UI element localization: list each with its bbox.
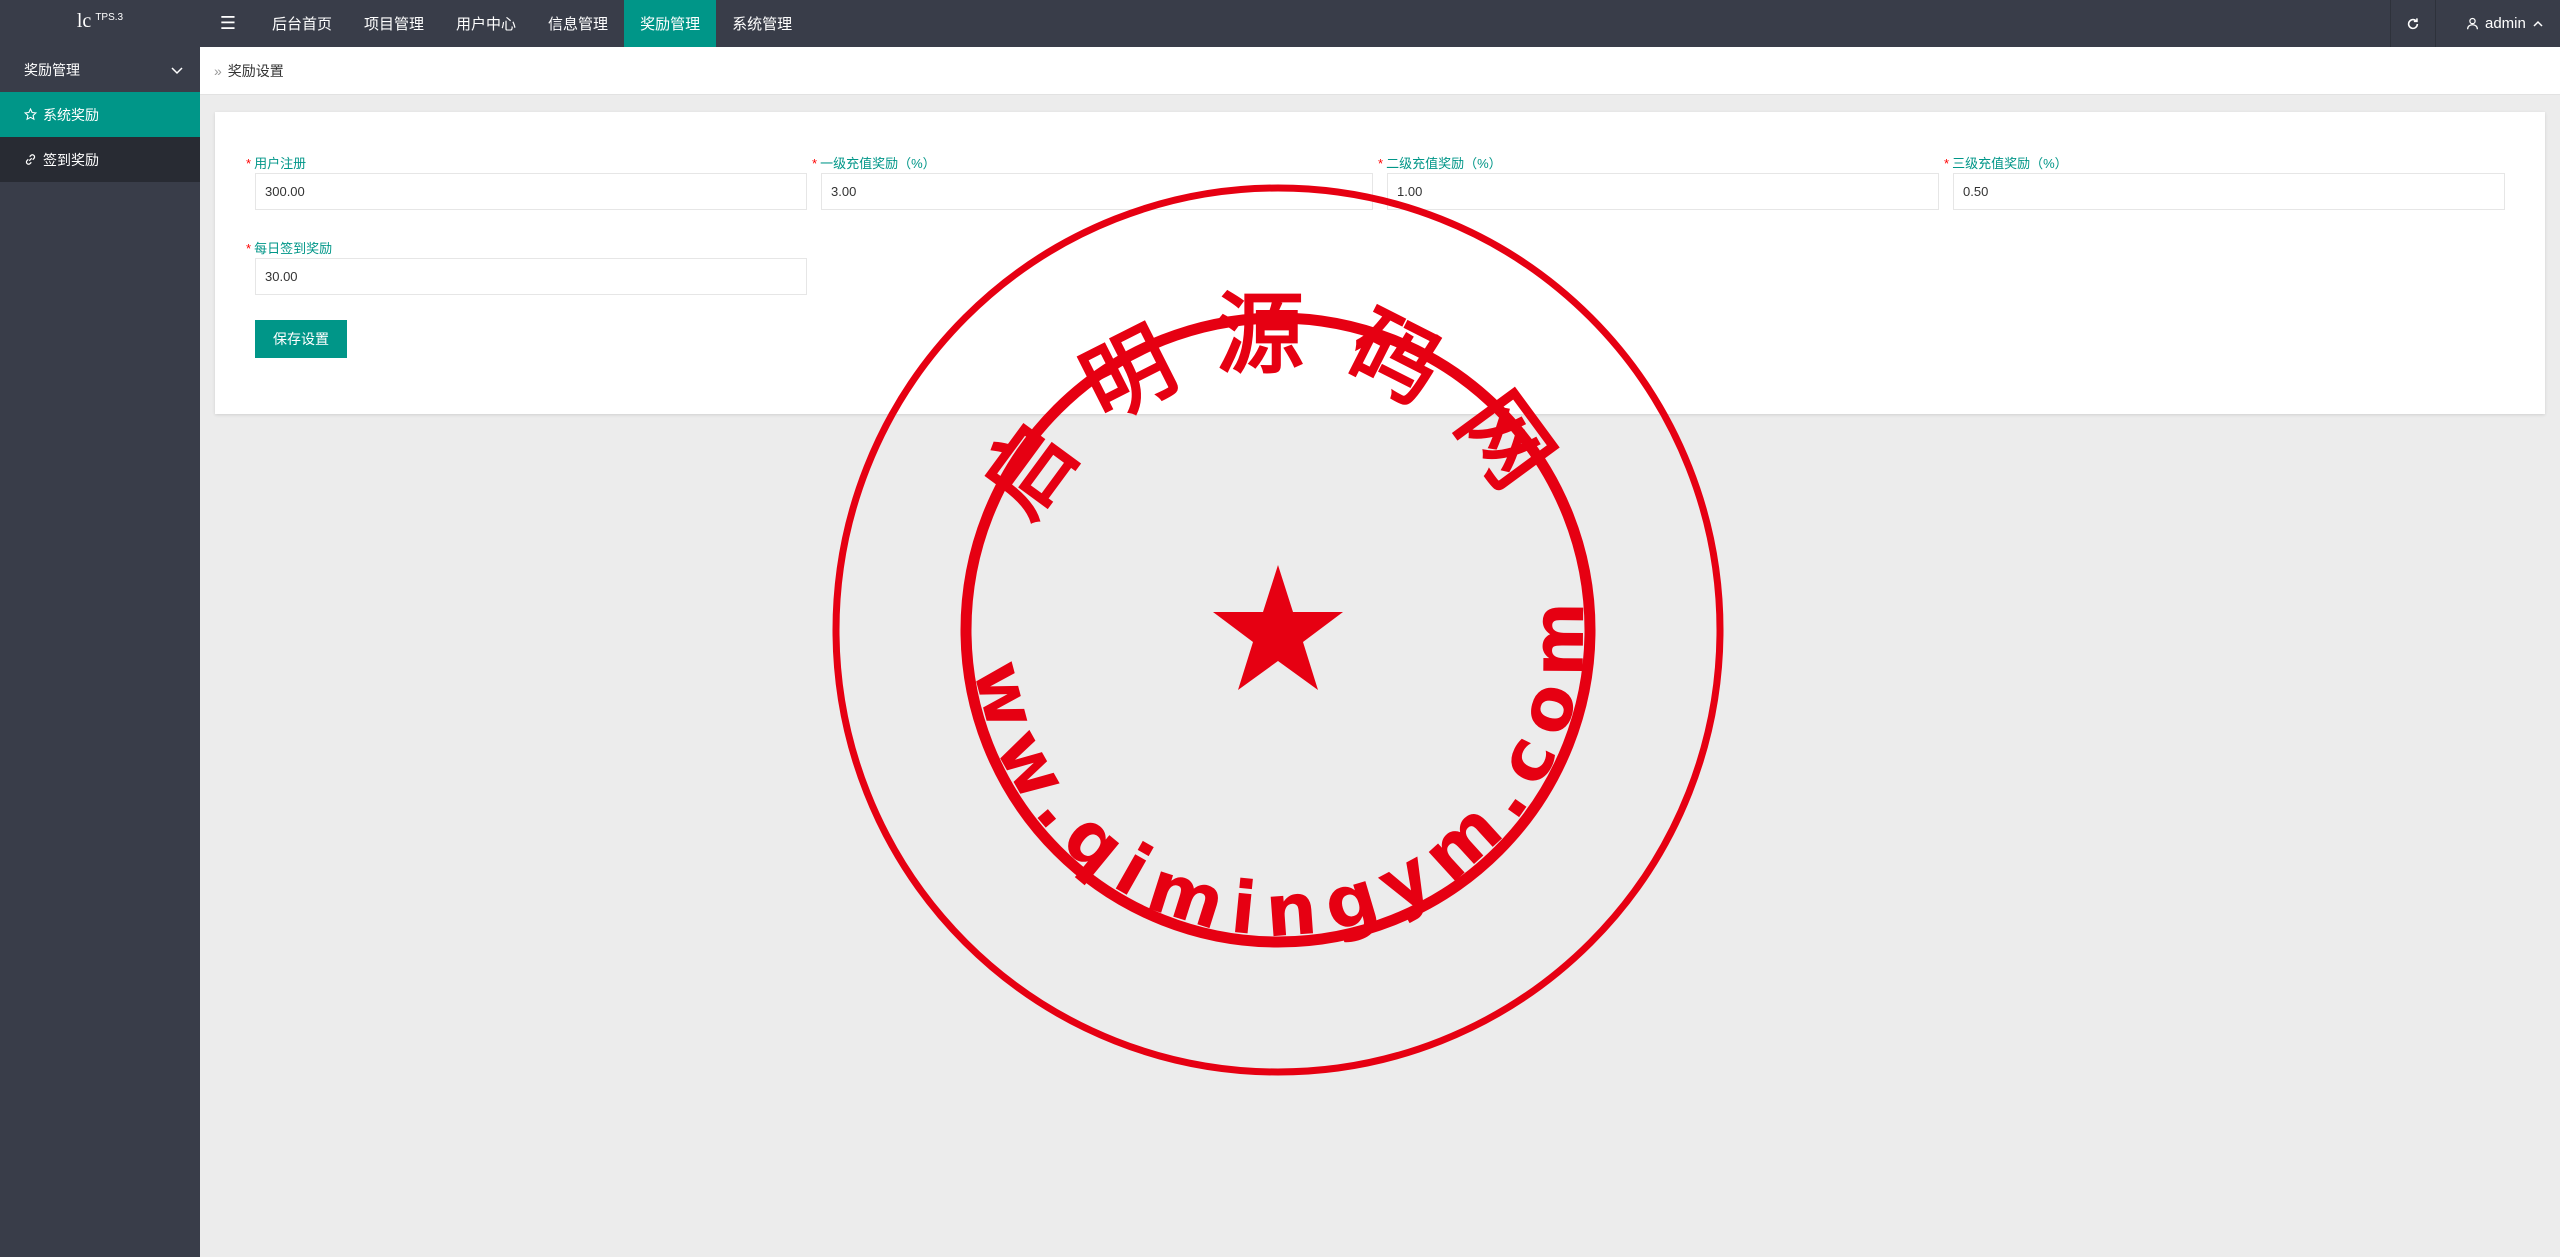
sidebar-item-system-rewards[interactable]: 系统奖励 (0, 92, 200, 137)
top-nav: 后台首页 项目管理 用户中心 信息管理 奖励管理 系统管理 (256, 0, 808, 47)
star-icon (24, 108, 37, 121)
level1-recharge-input[interactable] (821, 173, 1373, 210)
sidebar-item-label: 系统奖励 (43, 106, 99, 123)
top-bar: lc TPS.3 ☰ 后台首页 项目管理 用户中心 信息管理 奖励管理 系统管理… (0, 0, 2560, 47)
field-label: 三级充值奖励（%） (1952, 156, 2068, 171)
reward-settings-form: *用户注册 *一级充值奖励（%） *二级充值奖励（%） *三级充值奖励（%） *… (215, 112, 2545, 414)
logo-version: TPS.3 (95, 12, 124, 23)
daily-signin-input[interactable] (255, 258, 807, 295)
sidebar: 奖励管理 系统奖励 签到奖励 (0, 47, 200, 1257)
link-icon (25, 154, 36, 165)
nav-item-system[interactable]: 系统管理 (716, 0, 808, 47)
field-level2-recharge: * 二级充值奖励（%） (1378, 155, 1939, 210)
field-label: 二级充值奖励（%） (1386, 156, 1502, 171)
user-name: admin (2485, 15, 2526, 32)
logo-text: lc (76, 10, 92, 32)
field-label: 每日签到奖励 (254, 241, 333, 256)
sidebar-item-signin-rewards[interactable]: 签到奖励 (0, 137, 200, 182)
menu-toggle-button[interactable]: ☰ (210, 0, 246, 47)
nav-item-projects[interactable]: 项目管理 (348, 0, 440, 47)
breadcrumb: » 奖励设置 (200, 47, 2560, 95)
nav-item-home[interactable]: 后台首页 (256, 0, 348, 47)
field-label: 一级充值奖励（%） (820, 156, 936, 171)
required-mark: * (1378, 156, 1384, 171)
stamp-star (1213, 565, 1343, 690)
sidebar-group-rewards[interactable]: 奖励管理 (0, 47, 200, 92)
user-icon (2467, 17, 2478, 30)
sidebar-group-label: 奖励管理 (24, 61, 80, 78)
user-register-input[interactable] (255, 173, 807, 210)
nav-item-rewards[interactable]: 奖励管理 (624, 0, 717, 47)
user-menu[interactable]: admin (2446, 0, 2560, 47)
field-level1-recharge: * 一级充值奖励（%） (812, 155, 1373, 210)
field-label: 用户注册 (254, 156, 307, 171)
breadcrumb-separator: » (214, 62, 222, 79)
required-mark: * (246, 156, 252, 171)
field-user-register: * 用户注册 (246, 155, 807, 210)
hamburger-icon: ☰ (219, 13, 237, 33)
level3-recharge-input[interactable] (1953, 173, 2505, 210)
field-daily-signin: * 每日签到奖励 (246, 240, 807, 295)
nav-item-users[interactable]: 用户中心 (440, 0, 532, 47)
breadcrumb-current: 奖励设置 (227, 62, 284, 79)
required-mark: * (812, 156, 818, 171)
field-level3-recharge: * 三级充值奖励（%） (1944, 155, 2505, 210)
save-settings-button[interactable]: 保存设置 (255, 320, 347, 358)
chevron-up-icon (2533, 20, 2543, 27)
nav-item-info[interactable]: 信息管理 (532, 0, 624, 47)
required-mark: * (1944, 156, 1950, 171)
app-logo[interactable]: lc TPS.3 (0, 0, 200, 47)
sidebar-item-label: 签到奖励 (43, 151, 99, 168)
refresh-icon (2407, 17, 2419, 29)
level2-recharge-input[interactable] (1387, 173, 1939, 210)
required-mark: * (246, 241, 252, 256)
refresh-button[interactable] (2390, 0, 2436, 47)
chevron-down-icon (171, 66, 183, 74)
